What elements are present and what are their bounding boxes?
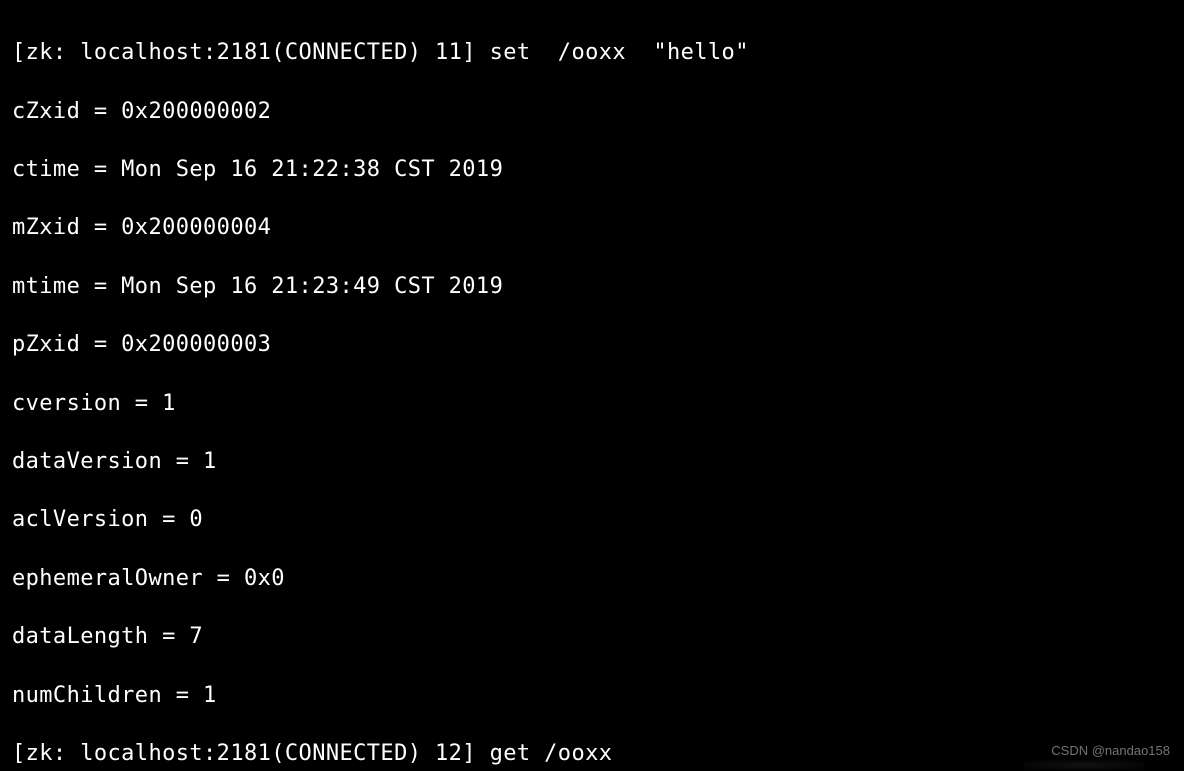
stat-czxid: cZxid = 0x200000002 <box>12 97 1184 126</box>
stat-ctime: ctime = Mon Sep 16 21:22:38 CST 2019 <box>12 155 1184 184</box>
command-set-line: [zk: localhost:2181(CONNECTED) 11] set /… <box>12 38 1184 67</box>
stat-mtime: mtime = Mon Sep 16 21:23:49 CST 2019 <box>12 272 1184 301</box>
stat-aclversion: aclVersion = 0 <box>12 505 1184 534</box>
stat-dataversion: dataVersion = 1 <box>12 447 1184 476</box>
stat-pzxid: pZxid = 0x200000003 <box>12 330 1184 359</box>
stat-mzxid: mZxid = 0x200000004 <box>12 213 1184 242</box>
stat-ephemeralowner: ephemeralOwner = 0x0 <box>12 564 1184 593</box>
stat-datalength: dataLength = 7 <box>12 622 1184 651</box>
terminal-output[interactable]: [zk: localhost:2181(CONNECTED) 11] set /… <box>0 0 1184 771</box>
stat-cversion: cversion = 1 <box>12 389 1184 418</box>
watermark-text: CSDN @nandao158 <box>1051 736 1170 765</box>
command-get-line: [zk: localhost:2181(CONNECTED) 12] get /… <box>12 739 1184 768</box>
stat-numchildren: numChildren = 1 <box>12 681 1184 710</box>
